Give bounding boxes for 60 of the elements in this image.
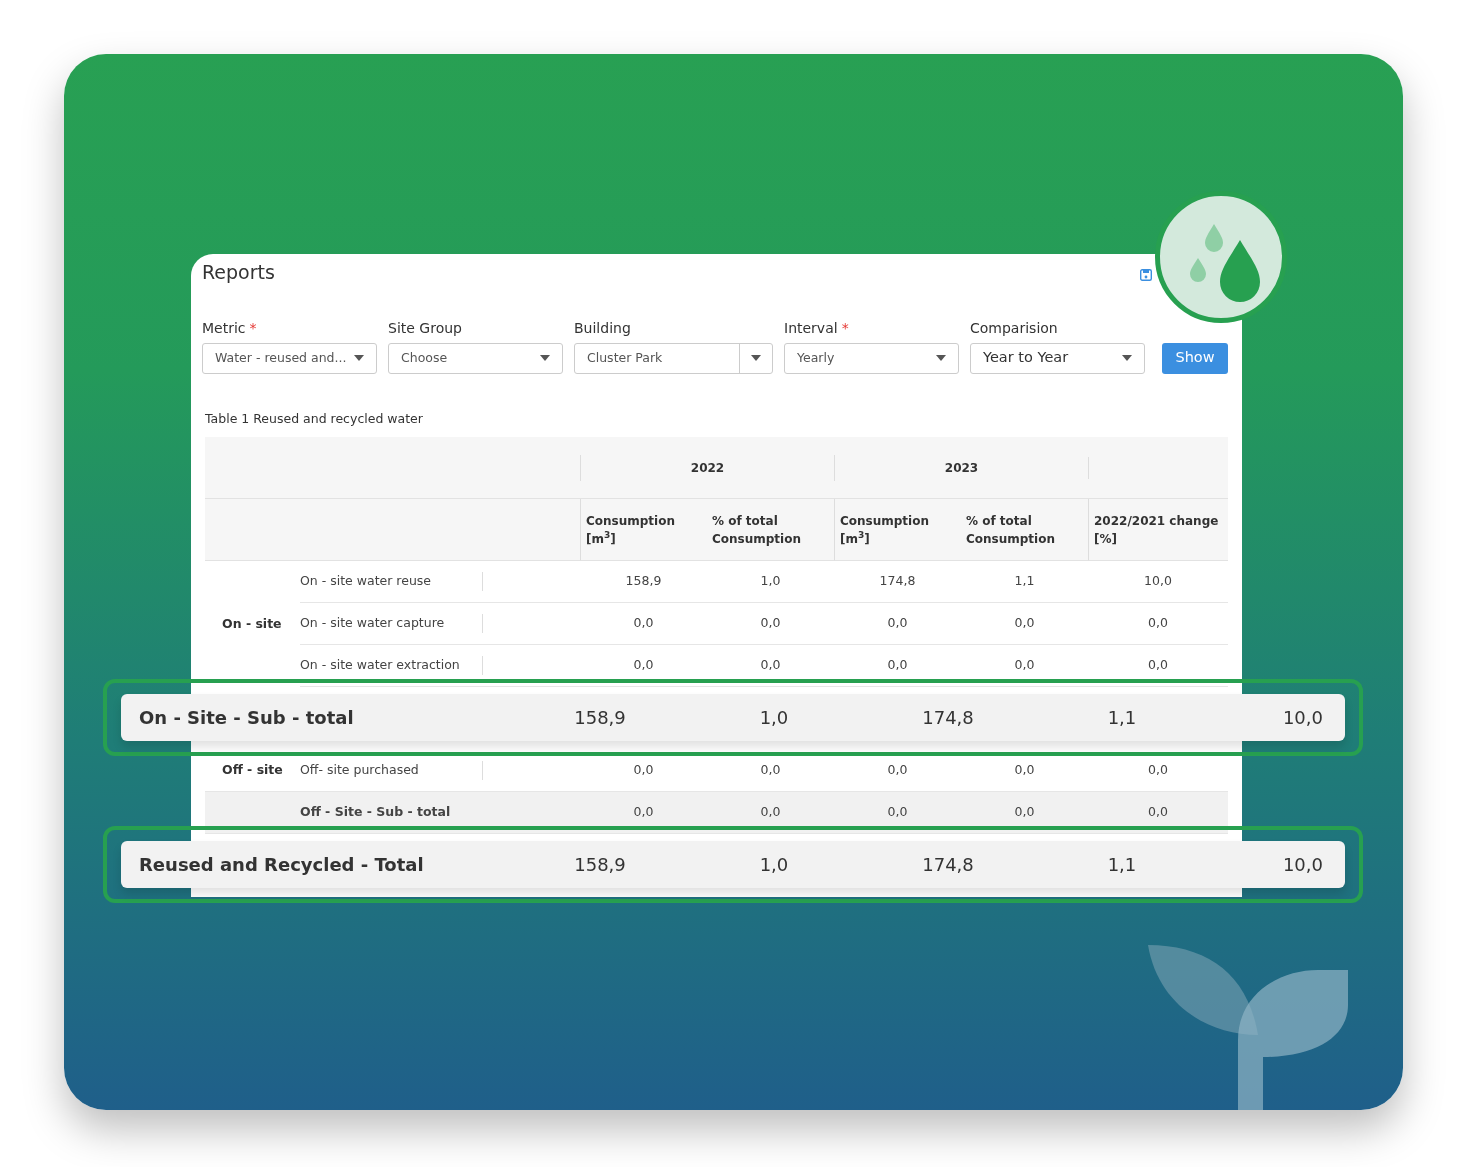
table-cell: 0,0 xyxy=(961,792,1088,835)
select-field[interactable]: Water - reused and... xyxy=(202,342,377,374)
caret-icon xyxy=(540,355,550,362)
table-cell-text: 158,9 xyxy=(573,706,627,731)
required-mark: * xyxy=(841,319,849,336)
table-cell: 0,0 xyxy=(580,792,707,835)
column-header: Consumption [m$^{3}$] xyxy=(840,512,930,548)
table-cell-text: 1,1 xyxy=(1106,706,1138,731)
table-cell: 1,1 xyxy=(961,561,1088,604)
table-cell-text: 1,0 xyxy=(758,853,790,878)
table-cell: 10,0 xyxy=(1088,561,1228,604)
caret-icon xyxy=(751,355,761,361)
column-header: % of total Consumption xyxy=(966,512,1056,548)
row-label: Reused and Recycled - Total xyxy=(139,853,425,878)
field-label: Site Group xyxy=(388,319,462,336)
column-header: 2023 xyxy=(944,460,979,475)
row-label: Off- site purchased xyxy=(300,761,483,781)
select-field[interactable]: Year to Year xyxy=(970,342,1145,374)
table-cell: 0,0 xyxy=(1088,603,1228,646)
save-icon[interactable] xyxy=(1140,268,1152,281)
row-label: Off - Site - Sub - total xyxy=(300,792,580,835)
caret-icon xyxy=(354,355,364,362)
table-cell-text: 10,0 xyxy=(1281,853,1323,878)
row-label: On - site water extraction xyxy=(300,656,483,676)
column-header: Consumption [m$^{3}$] xyxy=(586,512,676,548)
select-field[interactable]: Cluster Park xyxy=(574,342,773,374)
field-label: Interval xyxy=(784,319,838,336)
table-cell: 174,8 xyxy=(834,561,961,604)
table-caption: Table 1 Reused and recycled water xyxy=(205,409,424,428)
field-label: Building xyxy=(574,319,631,336)
table-cell: 0,0 xyxy=(580,603,707,646)
column-header: % of total Consumption xyxy=(712,512,802,548)
table-cell: 0,0 xyxy=(1088,792,1228,835)
select-field[interactable]: Yearly xyxy=(784,342,959,374)
table-cell-text: 10,0 xyxy=(1281,706,1323,731)
column-header: 2022 xyxy=(690,460,725,475)
table-cell: 0,0 xyxy=(961,603,1088,646)
row-label: On - site water reuse xyxy=(300,572,483,592)
table-cell: 0,0 xyxy=(834,792,961,835)
table-cell-text: 174,8 xyxy=(921,706,975,731)
field-label: Comparision xyxy=(970,319,1058,336)
column-header: 2022/2021 change [%] xyxy=(1094,512,1220,548)
table-cell: 0,0 xyxy=(707,603,834,646)
table-cell-text: 174,8 xyxy=(921,853,975,878)
row-group-label: On - site xyxy=(221,614,283,633)
field-label: Metric xyxy=(202,319,246,336)
caret-icon xyxy=(1122,355,1132,362)
row-label: On - Site - Sub - total xyxy=(139,706,355,731)
table-cell: 158,9 xyxy=(580,561,707,604)
select-field[interactable]: Choose xyxy=(388,342,563,374)
row-label: On - site water capture xyxy=(300,614,483,634)
caret-icon xyxy=(936,355,946,362)
table-cell: 0,0 xyxy=(834,603,961,646)
required-mark: * xyxy=(249,319,257,336)
table-cell-text: 1,1 xyxy=(1106,853,1138,878)
table-cell: 1,0 xyxy=(707,561,834,604)
table-cell-text: 158,9 xyxy=(573,853,627,878)
window-title: Reports xyxy=(202,260,275,285)
table-cell: 0,0 xyxy=(707,792,834,835)
table-cell-text: 1,0 xyxy=(758,706,790,731)
